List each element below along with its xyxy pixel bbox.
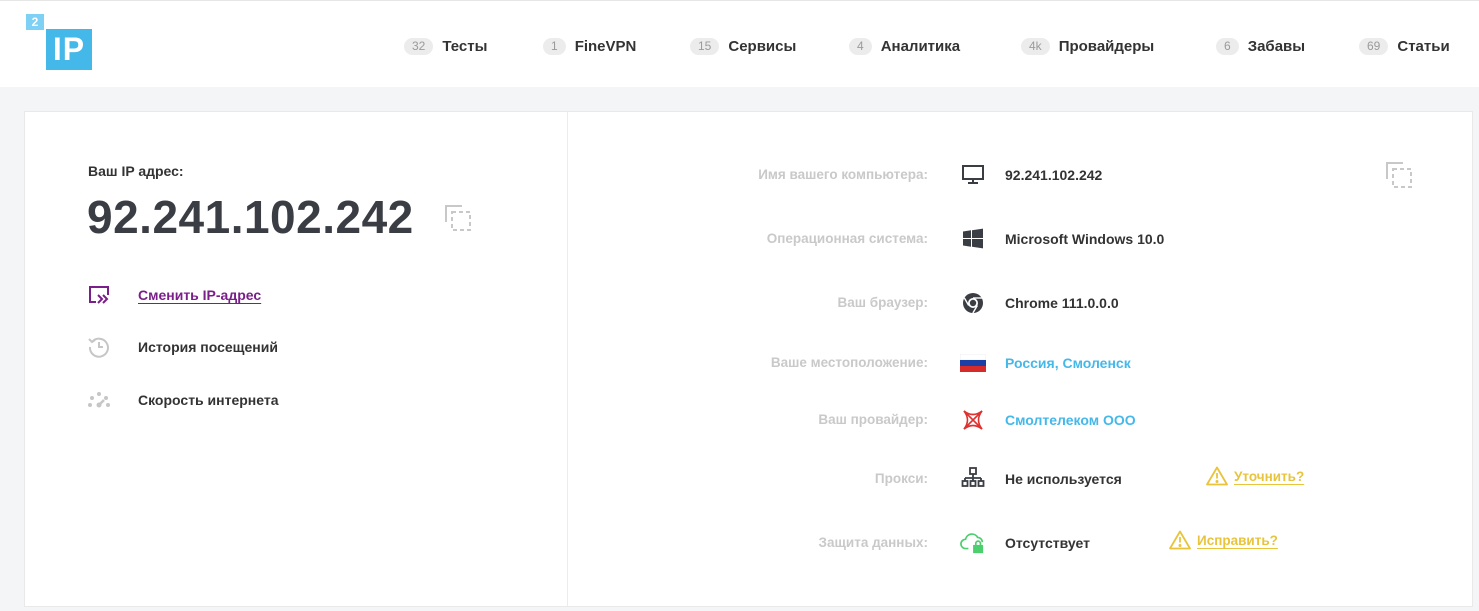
location-value-link[interactable]: Россия, Смоленск: [1005, 355, 1131, 371]
ip-info-card: Ваш IP адрес: 92.241.102.242 Сменить IP-…: [24, 111, 1473, 607]
ip-label: Ваш IP адрес:: [88, 163, 184, 179]
nav-item-finevpn[interactable]: 1 FineVPN: [543, 37, 636, 55]
speed-label: Скорость интернета: [138, 392, 279, 408]
protection-fix-label: Исправить?: [1197, 532, 1278, 548]
info-row-browser: Ваш браузер: Chrome 111.0.0.0: [568, 288, 1473, 318]
logo-main-badge: IP: [46, 29, 92, 70]
info-row-computer: Имя вашего компьютера: 92.241.102.242: [568, 160, 1473, 190]
nav-item-label: FineVPN: [574, 37, 637, 55]
nav-item-label: Провайдеры: [1058, 37, 1155, 55]
provider-value-link[interactable]: Смолтелеком ООО: [1005, 412, 1136, 428]
warning-icon: [1169, 530, 1191, 550]
proxy-clarify-label: Уточнить?: [1234, 468, 1305, 484]
chrome-icon: [960, 291, 986, 315]
site-logo[interactable]: 2 IP: [26, 14, 92, 72]
site-header: 2 IP 32 Тесты 1 FineVPN 15 Сервисы 4 Ана…: [0, 0, 1479, 87]
os-value: Microsoft Windows 10.0: [1005, 231, 1165, 247]
network-icon: [960, 467, 986, 491]
nav-item-services[interactable]: 15 Сервисы: [690, 37, 796, 55]
copy-ip-icon[interactable]: [444, 204, 472, 232]
browser-key: Ваш браузер:: [837, 295, 928, 310]
info-row-provider: Ваш провайдер: Смолтелеком ООО: [568, 405, 1473, 435]
browser-value: Chrome 111.0.0.0: [1005, 295, 1119, 311]
nav-count-badge: 6: [1216, 37, 1239, 55]
os-key: Операционная система:: [766, 231, 928, 246]
nav-count-badge: 4k: [1021, 37, 1050, 55]
location-key: Ваше местоположение:: [770, 355, 928, 370]
change-ip-label: Сменить IP-адрес: [138, 287, 262, 303]
nav-item-providers[interactable]: 4k Провайдеры: [1021, 37, 1154, 55]
internet-speed-link[interactable]: Скорость интернета: [87, 388, 279, 412]
speedometer-icon: [87, 388, 111, 412]
russia-flag-icon: [960, 351, 986, 375]
history-label: История посещений: [138, 339, 278, 355]
protection-value: Отсутствует: [1005, 535, 1090, 551]
visit-history-link[interactable]: История посещений: [87, 335, 278, 359]
info-row-os: Операционная система: Microsoft Windows …: [568, 224, 1473, 254]
proxy-key: Прокси:: [874, 471, 928, 486]
provider-logo-icon: [960, 408, 986, 432]
nav-item-label: Сервисы: [728, 37, 797, 55]
nav-count-badge: 1: [543, 37, 566, 55]
change-ip-link[interactable]: Сменить IP-адрес: [87, 283, 261, 307]
proxy-clarify-link[interactable]: Уточнить?: [1206, 466, 1304, 486]
warning-icon: [1206, 466, 1228, 486]
history-icon: [87, 335, 111, 359]
proxy-value: Не используется: [1005, 471, 1122, 487]
computer-name-key: Имя вашего компьютера:: [758, 167, 928, 182]
nav-item-label: Забавы: [1247, 37, 1306, 55]
monitor-icon: [960, 163, 986, 187]
info-row-location: Ваше местоположение: Россия, Смоленск: [568, 348, 1473, 378]
ip-address-value: 92.241.102.242: [87, 191, 414, 243]
nav-item-tests[interactable]: 32 Тесты: [404, 37, 487, 55]
nav-item-label: Аналитика: [880, 37, 961, 55]
cloud-lock-icon: [960, 531, 986, 555]
protection-key: Защита данных:: [818, 535, 928, 550]
nav-item-label: Статьи: [1397, 37, 1450, 55]
logo-small-badge: 2: [26, 14, 44, 30]
nav-count-badge: 4: [849, 37, 872, 55]
windows-icon: [960, 227, 986, 251]
change-ip-icon: [87, 283, 111, 307]
computer-name-value: 92.241.102.242: [1005, 167, 1103, 183]
info-row-proxy: Прокси: Не используется Уточнить?: [568, 464, 1473, 494]
nav-count-badge: 15: [690, 37, 720, 55]
protection-fix-link[interactable]: Исправить?: [1169, 530, 1278, 550]
nav-item-label: Тесты: [442, 37, 488, 55]
provider-key: Ваш провайдер:: [818, 412, 928, 427]
nav-item-articles[interactable]: 69 Статьи: [1359, 37, 1450, 55]
copy-computer-name-icon[interactable]: [1385, 161, 1413, 189]
nav-item-fun[interactable]: 6 Забавы: [1216, 37, 1305, 55]
nav-item-analytics[interactable]: 4 Аналитика: [849, 37, 960, 55]
nav-count-badge: 69: [1359, 37, 1389, 55]
info-row-protection: Защита данных: Отсутствует Исправить?: [568, 528, 1473, 558]
nav-count-badge: 32: [404, 37, 434, 55]
